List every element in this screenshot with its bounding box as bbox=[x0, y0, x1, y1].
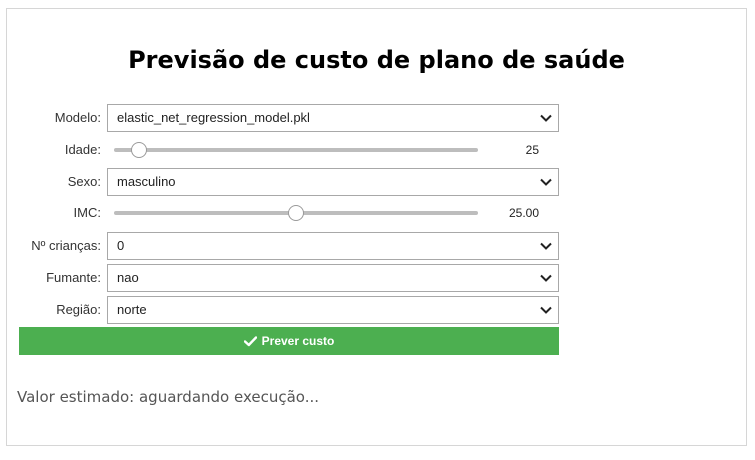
sexo-select[interactable]: masculino bbox=[107, 168, 559, 196]
modelo-label: Modelo: bbox=[54, 110, 101, 125]
fumante-value: nao bbox=[117, 270, 139, 285]
modelo-select[interactable]: elastic_net_regression_model.pkl bbox=[107, 104, 559, 132]
result-text: Valor estimado: aguardando execução... bbox=[17, 388, 320, 406]
modelo-row: Modelo: elastic_net_regression_model.pkl bbox=[7, 104, 567, 132]
idade-slider-thumb[interactable] bbox=[131, 142, 148, 158]
idade-slider[interactable] bbox=[114, 142, 478, 158]
app-card: Previsão de custo de plano de saúde Mode… bbox=[6, 8, 747, 446]
imc-row: IMC: 25.00 bbox=[7, 199, 567, 227]
chevron-down-icon bbox=[540, 242, 552, 250]
fumante-row: Fumante: nao bbox=[7, 264, 567, 292]
prever-custo-label: Prever custo bbox=[261, 334, 335, 348]
chevron-down-icon bbox=[540, 306, 552, 314]
idade-row: Idade: 25 bbox=[7, 136, 567, 164]
modelo-value: elastic_net_regression_model.pkl bbox=[117, 110, 310, 125]
regiao-row: Região: norte bbox=[7, 296, 567, 324]
imc-readout: 25.00 bbox=[508, 206, 539, 220]
sexo-value: masculino bbox=[117, 174, 176, 189]
fumante-label: Fumante: bbox=[46, 270, 101, 285]
chevron-down-icon bbox=[540, 178, 552, 186]
criancas-value: 0 bbox=[117, 238, 125, 253]
regiao-value: norte bbox=[117, 302, 147, 317]
chevron-down-icon bbox=[540, 114, 552, 122]
idade-label: Idade: bbox=[64, 142, 101, 157]
criancas-select[interactable]: 0 bbox=[107, 232, 559, 260]
idade-readout: 25 bbox=[525, 143, 539, 157]
imc-slider-thumb[interactable] bbox=[288, 205, 304, 221]
imc-slider[interactable] bbox=[114, 205, 478, 221]
fumante-select[interactable]: nao bbox=[107, 264, 559, 292]
chevron-down-icon bbox=[540, 274, 552, 282]
page-title: Previsão de custo de plano de saúde bbox=[128, 46, 625, 74]
criancas-row: Nº crianças: 0 bbox=[7, 232, 567, 260]
sexo-row: Sexo: masculino bbox=[7, 168, 567, 196]
regiao-select[interactable]: norte bbox=[107, 296, 559, 324]
regiao-label: Região: bbox=[56, 302, 101, 317]
prever-custo-button[interactable]: Prever custo bbox=[19, 327, 559, 355]
sexo-label: Sexo: bbox=[67, 174, 101, 189]
imc-label: IMC: bbox=[73, 205, 101, 220]
check-icon bbox=[243, 335, 257, 346]
criancas-label: Nº crianças: bbox=[31, 238, 101, 253]
